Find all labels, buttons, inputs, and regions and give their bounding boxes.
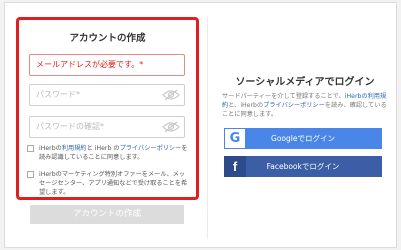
marketing-consent-row: iHerbのマーケティング特別オファーをメール、メッセージセンター、アプリ通知な… — [27, 170, 189, 197]
terms-of-use-link[interactable]: 利用規約 — [62, 145, 87, 152]
terms-checkbox[interactable] — [27, 145, 34, 152]
social-privacy-link[interactable]: プライバシーポリシー — [263, 102, 325, 109]
social-note-middle: と、iHerbの — [228, 102, 264, 109]
terms-middle: と iHerb の — [86, 145, 120, 152]
password-field[interactable]: パスワード* — [29, 84, 185, 106]
hide-password-icon[interactable] — [162, 89, 180, 101]
marketing-text: iHerbのマーケティング特別オファーをメール、メッセージセンター、アプリ通知な… — [39, 171, 188, 196]
hide-password-confirm-icon[interactable] — [162, 121, 180, 133]
create-account-title: アカウントの作成 — [69, 33, 146, 44]
facebook-login-label: Facebookでログイン — [266, 162, 340, 171]
terms-prefix: iHerbの — [39, 145, 62, 152]
create-account-panel: アカウントの作成 メールアドレスが必要です。* パスワード* パスワードの確認*… — [16, 17, 199, 200]
facebook-icon: f — [224, 156, 246, 177]
social-note-prefix: サードパーティーを介して登録することで、 — [222, 93, 345, 100]
facebook-login-button[interactable]: f Facebookでログイン — [224, 156, 382, 177]
create-account-button[interactable]: アカウントの作成 — [30, 205, 184, 224]
password-confirm-field[interactable]: パスワードの確認* — [29, 116, 185, 138]
marketing-checkbox[interactable] — [27, 171, 34, 178]
signup-card: アカウントの作成 メールアドレスが必要です。* パスワード* パスワードの確認*… — [4, 2, 397, 248]
google-login-button[interactable]: G Googleでログイン — [224, 128, 382, 149]
password-placeholder: パスワード* — [36, 90, 80, 99]
email-error-text: メールアドレスが必要です。* — [36, 60, 144, 69]
privacy-policy-link[interactable]: プライバシーポリシー — [120, 145, 182, 152]
terms-consent-row: iHerbの利用規約と iHerb のプライバシーポリシーを読み認識していること… — [27, 144, 189, 162]
google-login-label: Googleでログイン — [271, 134, 335, 143]
social-login-title: ソーシャルメディアでログイン — [235, 77, 375, 88]
email-field[interactable]: メールアドレスが必要です。* — [29, 54, 185, 76]
social-terms-note: サードパーティーを介して登録することで、iHerbの利用規約と、iHerbのプラ… — [222, 92, 392, 119]
password-confirm-placeholder: パスワードの確認* — [36, 122, 104, 131]
google-icon: G — [224, 128, 246, 149]
divider — [207, 17, 208, 239]
